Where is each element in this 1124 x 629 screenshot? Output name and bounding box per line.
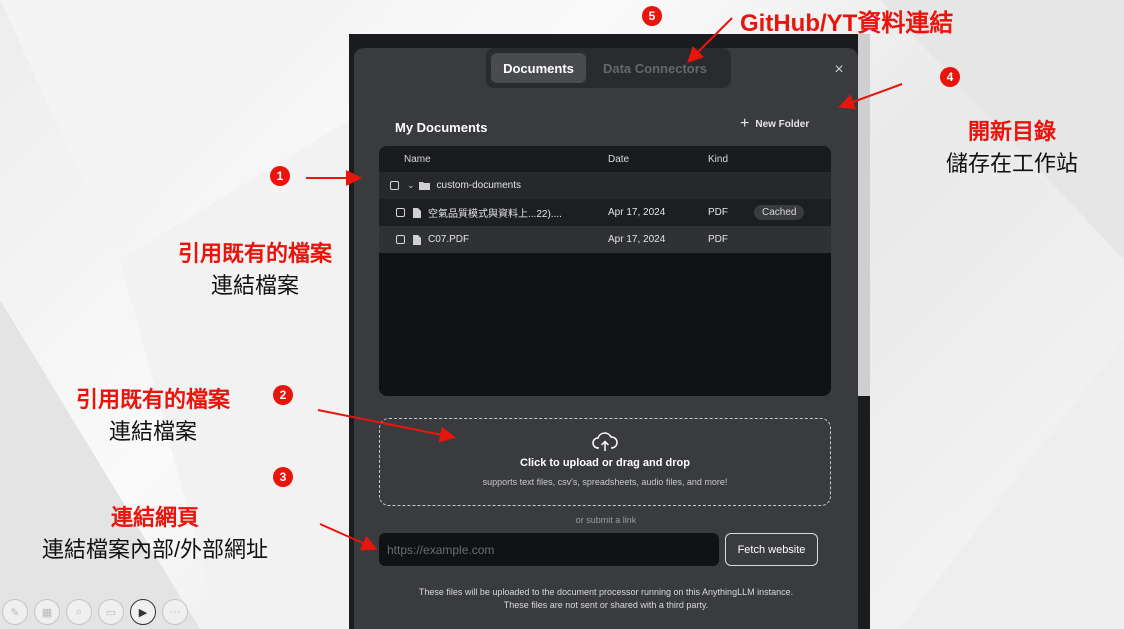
file-icon [413,207,421,218]
zoom-icon[interactable]: ⌕ [66,599,92,625]
annotation-marker-4: 4 [940,67,960,87]
or-submit-label: or submit a link [575,515,637,525]
cloud-upload-icon [380,431,830,453]
table-row[interactable]: C07.PDF Apr 17, 2024 PDF [379,226,831,253]
footer-note: These files will be uploaded to the docu… [354,586,858,612]
scrollbar[interactable] [858,34,870,396]
file-name: C07.PDF [428,234,470,245]
annotation-4-label: 開新目錄 儲存在工作站 [922,114,1102,178]
documents-modal: Documents Data Connectors × My Documents… [354,48,858,629]
header-name: Name [404,153,431,165]
annotation-1-label: 引用既有的檔案 連結檔案 [160,236,350,300]
file-kind: PDF [708,207,728,218]
url-input[interactable] [379,533,719,566]
annotation-marker-5: 5 [642,6,662,26]
file-name: 空氣品質模式與資料上...22).... [428,209,562,220]
plus-icon: + [740,115,750,132]
upload-dropzone[interactable]: Click to upload or drag and drop support… [379,418,831,506]
folder-row[interactable]: ⌄ custom-documents [379,172,831,199]
app-window: Documents Data Connectors × My Documents… [349,34,870,629]
file-checkbox[interactable] [396,235,405,244]
annotation-5-title: GitHub/YT資料連結 [740,10,954,37]
fetch-website-button[interactable]: Fetch website [725,533,818,566]
new-folder-label: New Folder [755,118,810,130]
annotation-4-text: 儲存在工作站 [945,151,1078,176]
more-icon[interactable]: ··· [162,599,188,625]
file-date: Apr 17, 2024 [608,234,666,245]
annotation-1-title: 引用既有的檔案 [177,241,332,266]
status-badge: Cached [754,205,805,220]
annotation-3-title: 連結網頁 [110,505,199,530]
file-table: Name Date Kind ⌄ custom-documents 空氣品質模式… [379,146,831,396]
table-row[interactable]: 空氣品質模式與資料上...22).... Apr 17, 2024 PDF Ca… [379,199,831,226]
presentation-toolbar: ✎ ▦ ⌕ ▭ ▶ ··· [2,599,188,625]
annotation-2-text: 連結檔案 [108,419,197,444]
header-date: Date [608,153,630,165]
upload-title: Click to upload or drag and drop [520,457,690,469]
file-date: Apr 17, 2024 [608,207,666,218]
file-kind: PDF [708,234,728,245]
folder-icon [418,182,430,190]
slides-icon[interactable]: ▦ [34,599,60,625]
pen-icon[interactable]: ✎ [2,599,28,625]
annotation-2-label: 引用既有的檔案 連結檔案 [58,382,248,446]
annotation-1-text: 連結檔案 [210,273,299,298]
annotation-marker-3: 3 [273,467,293,487]
annotation-4-title: 開新目錄 [967,119,1056,144]
table-header: Name Date Kind [379,146,831,172]
chevron-down-icon[interactable]: ⌄ [407,180,415,191]
file-icon [413,234,421,245]
upload-subtitle: supports text files, csv's, spreadsheets… [482,477,728,487]
tab-bar: Documents Data Connectors [486,48,731,88]
folder-name: custom-documents [436,180,522,191]
tab-data-connectors[interactable]: Data Connectors [590,53,720,83]
footer-line-2: These files are not sent or shared with … [503,600,709,610]
page-title: My Documents [395,120,488,135]
header-kind: Kind [708,153,729,165]
annotation-marker-2: 2 [273,385,293,405]
folder-checkbox[interactable] [390,181,399,190]
annotation-2-title: 引用既有的檔案 [75,387,230,412]
tab-documents[interactable]: Documents [491,53,586,83]
annotation-3-text: 連結檔案內部/外部網址 [41,537,269,562]
close-icon[interactable]: × [830,61,848,79]
annotation-marker-1: 1 [270,166,290,186]
annotation-3-label: 連結網頁 連結檔案內部/外部網址 [10,500,300,564]
footer-line-1: These files will be uploaded to the docu… [418,587,794,597]
camera-icon[interactable]: ▶ [130,599,156,625]
subtitle-icon[interactable]: ▭ [98,599,124,625]
file-checkbox[interactable] [396,208,405,217]
new-folder-button[interactable]: + New Folder [740,115,810,132]
